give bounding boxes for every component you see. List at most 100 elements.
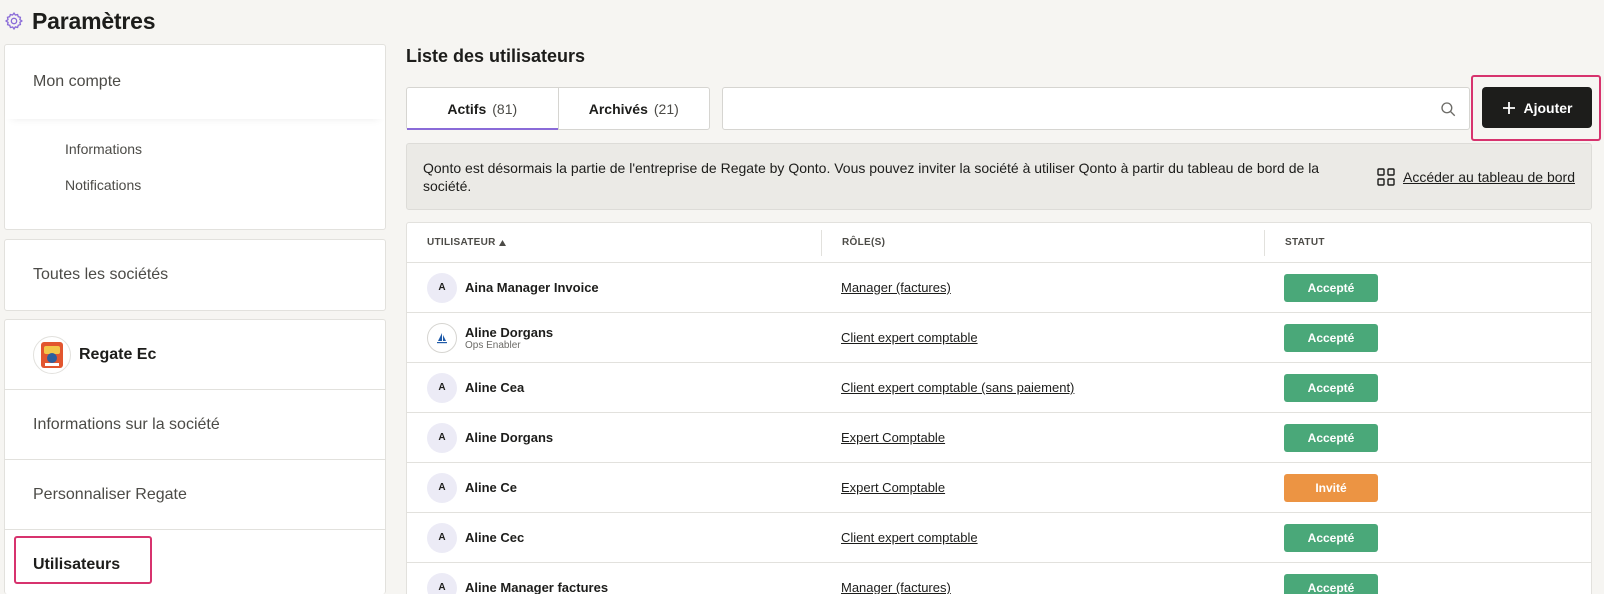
search-input[interactable] <box>723 88 1469 129</box>
role-cell: Expert Comptable <box>821 430 1264 445</box>
table-row[interactable]: A Aina Manager Invoice Manager (factures) A… <box>407 263 1591 313</box>
role-cell: Manager (factures) <box>821 280 1264 295</box>
role-cell: Expert Comptable <box>821 480 1264 495</box>
status-cell: Accepté <box>1264 523 1591 552</box>
status-badge: Accepté <box>1284 373 1378 402</box>
search-box <box>722 87 1470 130</box>
status-badge: Accepté <box>1284 273 1378 302</box>
tab-active-count: (81) <box>492 100 518 117</box>
gear-icon <box>4 11 23 31</box>
company-header[interactable]: Regate Ec <box>5 320 385 390</box>
page-title: Paramètres <box>32 7 156 34</box>
sort-ascending-icon[interactable] <box>498 239 506 246</box>
sidebar-item-informations[interactable]: Informations <box>65 141 142 157</box>
tab-active[interactable]: Actifs (81) <box>407 88 558 130</box>
user-cell: A Aina Manager Invoice <box>407 272 821 303</box>
search-icon[interactable] <box>1439 100 1457 118</box>
company-logo-image <box>41 341 63 368</box>
user-name: Aline Cec <box>465 530 525 545</box>
avatar: A <box>427 272 457 303</box>
status-cell: Accepté <box>1264 323 1591 352</box>
table-row[interactable]: Aline Dorgans Ops Enabler Client expert co… <box>407 313 1591 363</box>
role-cell: Client expert comptable <box>821 330 1264 345</box>
sidebar-item-customize[interactable]: Personnaliser Regate <box>5 460 385 530</box>
user-cell: A Aline Cec <box>407 522 821 553</box>
status-badge: Invité <box>1284 473 1378 502</box>
status-badge: Accepté <box>1284 323 1378 352</box>
table-row[interactable]: A Aline Ce Expert Comptable Invité <box>407 463 1591 513</box>
sidebar-item-company-info[interactable]: Informations sur la société <box>5 390 385 460</box>
role-link[interactable]: Manager (factures) <box>841 580 951 594</box>
company-name: Regate Ec <box>79 345 157 363</box>
users-table: UTILISATEUR RÔLE(S) STATUT A Aina Manager… <box>406 222 1592 594</box>
status-tabs: Actifs (81) Archivés (21) <box>406 87 710 130</box>
user-name: Aina Manager Invoice <box>465 280 599 295</box>
table-body: A Aina Manager Invoice Manager (factures) A… <box>407 263 1591 594</box>
account-card: Mon compte Informations Notifications <box>4 44 386 230</box>
user-name-wrap: Aline Manager factures <box>465 580 608 594</box>
avatar: A <box>427 372 457 403</box>
info-notice: Qonto est désormais la partie de l'entre… <box>406 143 1592 210</box>
tab-active-label: Actifs <box>447 100 487 117</box>
user-name: Aline Dorgans <box>465 430 554 445</box>
notice-text: Qonto est désormais la partie de l'entre… <box>423 159 1320 194</box>
table-row[interactable]: A Aline Cec Client expert comptable Accepté <box>407 513 1591 563</box>
column-header-role: RÔLE(S) <box>821 229 1264 256</box>
grid-icon <box>1377 167 1395 186</box>
role-link[interactable]: Expert Comptable <box>841 430 945 445</box>
sidebar-item-my-account[interactable]: Mon compte <box>5 45 385 119</box>
tab-archived-label: Archivés <box>588 100 648 117</box>
section-title: Liste des utilisateurs <box>406 46 586 66</box>
user-name-wrap: Aline Cea <box>465 380 524 395</box>
status-badge: Accepté <box>1284 573 1378 594</box>
sidebar-item-all-companies[interactable]: Toutes les sociétés <box>4 239 386 311</box>
sidebar-item-notifications[interactable]: Notifications <box>65 177 141 193</box>
user-name: Aline Cea <box>465 380 525 395</box>
avatar: A <box>427 522 457 553</box>
user-subtitle: Ops Enabler <box>465 339 521 351</box>
user-name: Aline Ce <box>465 480 518 495</box>
user-name: Aline Manager factures <box>465 580 609 594</box>
user-name: Aline Dorgans <box>465 324 554 340</box>
role-cell: Client expert comptable (sans paiement) <box>821 380 1264 395</box>
sailboat-icon <box>437 332 447 343</box>
status-badge: Accepté <box>1284 523 1378 552</box>
user-cell: A Aline Manager factures <box>407 572 821 594</box>
plus-icon <box>1502 101 1515 114</box>
avatar <box>427 322 457 353</box>
status-cell: Accepté <box>1264 423 1591 452</box>
role-link[interactable]: Client expert comptable <box>841 330 978 345</box>
role-link[interactable]: Client expert comptable (sans paiement) <box>841 380 1074 395</box>
dashboard-link[interactable]: Accéder au tableau de bord <box>1377 167 1575 186</box>
avatar: A <box>427 472 457 503</box>
status-cell: Accepté <box>1264 573 1591 594</box>
role-link[interactable]: Expert Comptable <box>841 480 945 495</box>
role-link[interactable]: Client expert comptable <box>841 530 978 545</box>
tab-archived-count: (21) <box>653 100 679 117</box>
add-user-button-label: Ajouter <box>1523 99 1573 116</box>
status-cell: Invité <box>1264 473 1591 502</box>
column-header-status: STATUT <box>1264 229 1591 256</box>
user-name-wrap: Aline Dorgans <box>465 430 553 445</box>
avatar: A <box>427 422 457 453</box>
page-header: Paramètres <box>4 6 156 36</box>
table-row[interactable]: A Aline Manager factures Manager (factures… <box>407 563 1591 594</box>
user-cell: A Aline Cea <box>407 372 821 403</box>
add-user-button[interactable]: Ajouter <box>1482 87 1592 128</box>
table-header: UTILISATEUR RÔLE(S) STATUT <box>407 223 1591 263</box>
user-name-wrap: Aline Ce <box>465 480 517 495</box>
role-link[interactable]: Manager (factures) <box>841 280 951 295</box>
column-header-user[interactable]: UTILISATEUR <box>407 237 821 248</box>
avatar: A <box>427 572 457 594</box>
status-cell: Accepté <box>1264 273 1591 302</box>
user-cell: A Aline Dorgans <box>407 422 821 453</box>
table-row[interactable]: A Aline Cea Client expert comptable (sans … <box>407 363 1591 413</box>
company-logo <box>33 335 71 374</box>
user-name-wrap: Aline Dorgans Ops Enabler <box>465 325 553 351</box>
tab-archived[interactable]: Archivés (21) <box>557 88 710 129</box>
table-row[interactable]: A Aline Dorgans Expert Comptable Accepté <box>407 413 1591 463</box>
user-cell: A Aline Ce <box>407 472 821 503</box>
role-cell: Manager (factures) <box>821 580 1264 594</box>
dashboard-link-label: Accéder au tableau de bord <box>1402 168 1575 185</box>
users-highlight-box <box>14 536 152 584</box>
